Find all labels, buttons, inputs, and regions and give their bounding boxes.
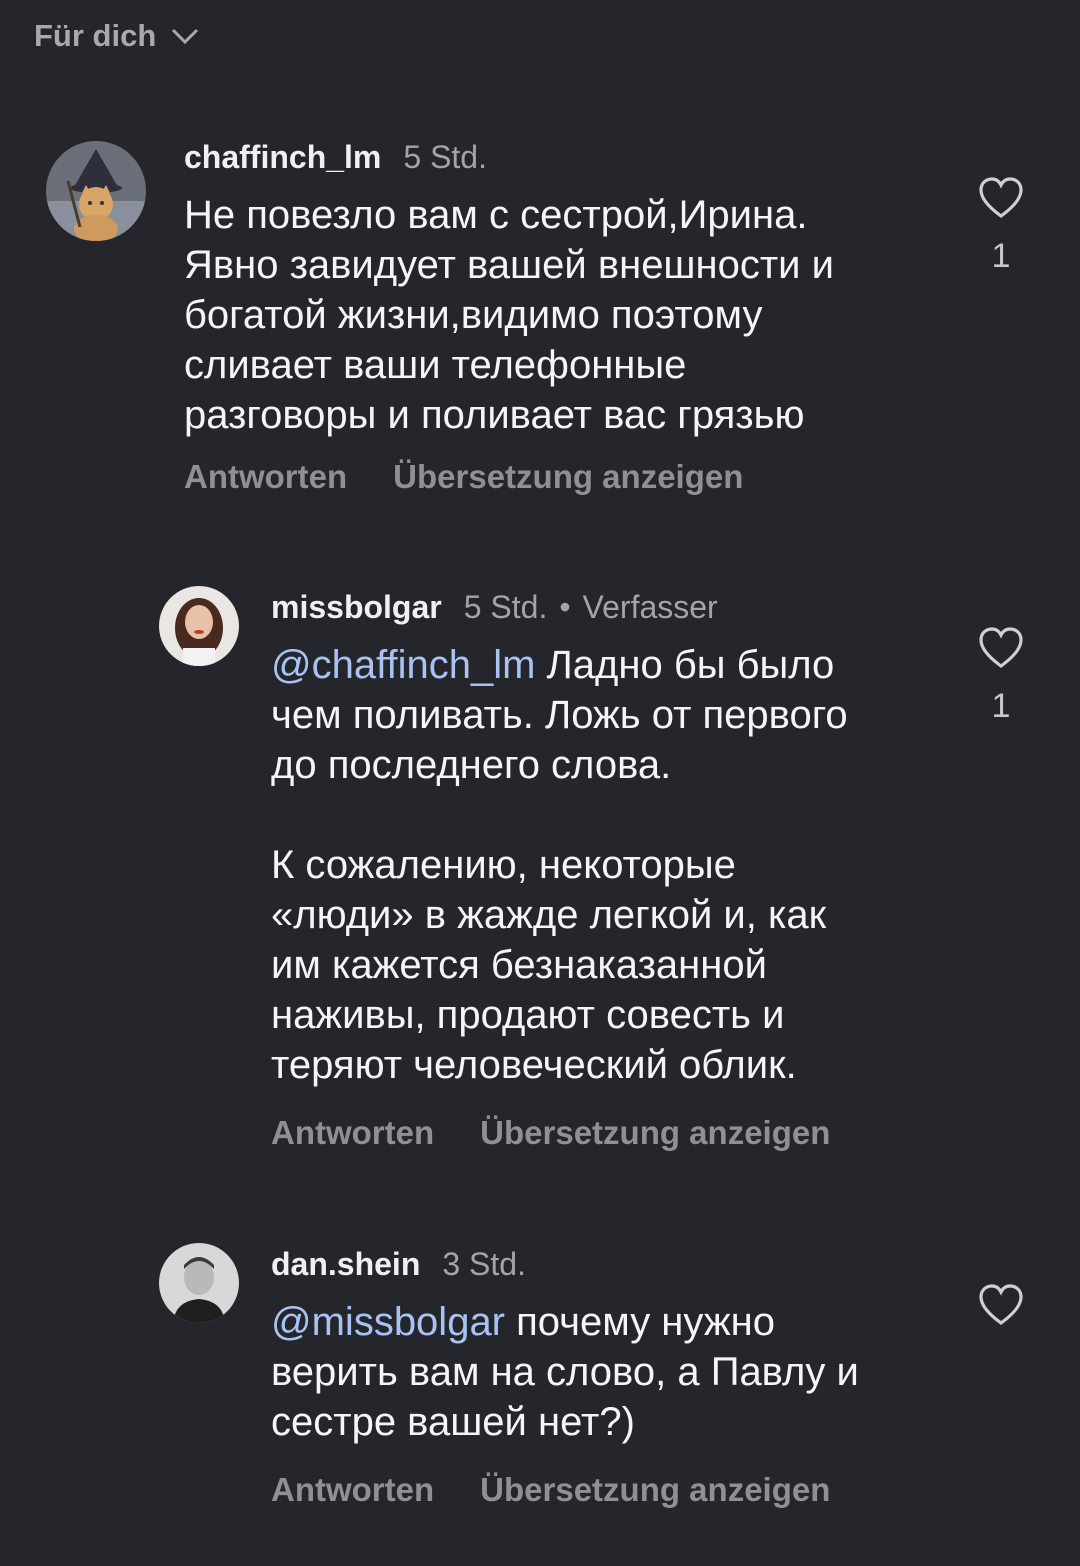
avatar[interactable] [159,586,239,666]
show-translation-button[interactable]: Übersetzung anzeigen [393,458,743,496]
comment-text: @chaffinch_lm Ладно бы было чем поливать… [271,640,951,1090]
comment-username[interactable]: dan.shein [271,1244,420,1284]
comment-time: 3 Std. [442,1246,526,1282]
woman-portrait-avatar-icon [159,586,239,666]
mention-link[interactable]: @missbolgar [271,1300,505,1344]
avatar[interactable] [46,141,146,241]
comment-time: 5 Std. [403,139,487,175]
comment-text: Не повезло вам с сестрой,Ирина. Явно зав… [184,193,834,437]
separator-dot: • [559,589,571,625]
avatar[interactable] [159,1243,239,1323]
author-badge: Verfasser [582,589,718,625]
comment-username[interactable]: chaffinch_lm [184,137,381,177]
heart-icon[interactable] [977,1283,1025,1327]
reply-button[interactable]: Antworten [271,1114,434,1152]
mention-link[interactable]: @chaffinch_lm [271,643,535,687]
chevron-down-icon [172,28,199,45]
man-portrait-avatar-icon [159,1243,239,1323]
feed-filter-dropdown[interactable]: Für dich [34,18,200,54]
reply-button[interactable]: Antworten [184,458,347,496]
comment-username[interactable]: missbolgar [271,587,442,627]
comment-text-content: Ладно бы было чем поливать. Ложь от перв… [271,643,848,1087]
feed-filter-label: Für dich [34,18,157,53]
reply-button[interactable]: Antworten [271,1471,434,1509]
comment-time: 5 Std. [463,589,548,625]
like-control: 1 [975,176,1027,276]
show-translation-button[interactable]: Übersetzung anzeigen [480,1114,830,1152]
wizard-cat-avatar-icon [46,141,146,241]
like-count: 1 [991,687,1011,725]
heart-icon[interactable] [977,176,1025,220]
show-translation-button[interactable]: Übersetzung anzeigen [480,1471,830,1509]
heart-icon[interactable] [977,626,1025,670]
like-count: 1 [991,237,1011,275]
like-control: 1 [975,626,1027,726]
comment-text: @missbolgar почему нужно верить вам на с… [271,1297,951,1447]
like-control [975,1283,1027,1327]
